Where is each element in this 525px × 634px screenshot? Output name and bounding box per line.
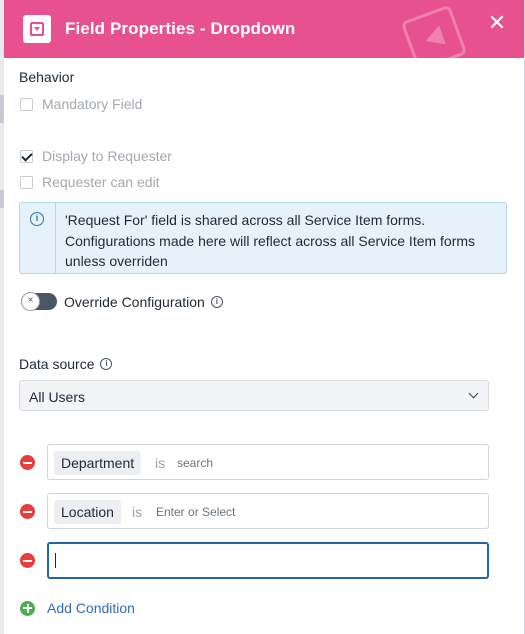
- info-message: 'Request For' field is shared across all…: [65, 212, 476, 269]
- remove-condition-icon[interactable]: [20, 504, 35, 519]
- info-icon[interactable]: i: [210, 295, 223, 308]
- mandatory-field-checkbox-row[interactable]: Mandatory Field: [20, 96, 142, 112]
- add-condition-label: Add Condition: [47, 600, 135, 616]
- override-configuration-row: × Override Configuration i: [21, 292, 223, 311]
- text-caret: [55, 553, 56, 568]
- condition-value-input[interactable]: search: [177, 456, 213, 470]
- remove-condition-icon[interactable]: [20, 553, 35, 568]
- requester-can-edit-checkbox[interactable]: [20, 175, 33, 189]
- condition-new-input[interactable]: [47, 542, 489, 579]
- condition-value-input[interactable]: Enter or Select: [156, 505, 235, 519]
- data-source-selected-value: All Users: [29, 389, 86, 405]
- info-divider: [55, 203, 56, 273]
- mandatory-field-label: Mandatory Field: [42, 96, 143, 112]
- requester-can-edit-label: Requester can edit: [42, 174, 160, 190]
- info-icon[interactable]: i: [100, 358, 113, 370]
- close-icon[interactable]: ✕: [486, 12, 508, 34]
- requester-can-edit-checkbox-row[interactable]: Requester can edit: [20, 174, 160, 190]
- condition-row[interactable]: Department is search: [47, 444, 489, 480]
- panel-header: Field Properties - Dropdown ✕: [4, 0, 524, 58]
- display-to-requester-checkbox[interactable]: [20, 149, 33, 163]
- shared-field-info-banner: i 'Request For' field is shared across a…: [19, 202, 507, 274]
- condition-operator: is: [132, 504, 143, 520]
- chevron-down-icon: [468, 388, 479, 399]
- condition-operator: is: [155, 455, 166, 471]
- data-source-label: Data source: [19, 356, 95, 372]
- data-source-label-row: Data source i: [19, 356, 113, 372]
- behavior-heading: Behavior: [19, 69, 75, 85]
- plus-circle-icon: [20, 600, 35, 616]
- add-condition-button[interactable]: Add Condition: [20, 600, 135, 616]
- override-configuration-label: Override Configuration: [64, 293, 205, 310]
- display-to-requester-checkbox-row[interactable]: Display to Requester: [20, 148, 172, 164]
- override-configuration-toggle[interactable]: ×: [21, 292, 57, 311]
- panel-title: Field Properties - Dropdown: [65, 19, 296, 38]
- remove-condition-icon[interactable]: [20, 455, 35, 470]
- condition-field-chip[interactable]: Location: [54, 500, 121, 524]
- mandatory-field-checkbox[interactable]: [20, 97, 33, 111]
- toggle-off-icon: ×: [21, 292, 40, 311]
- data-source-select[interactable]: All Users: [19, 380, 489, 411]
- condition-row[interactable]: Location is Enter or Select: [47, 493, 489, 529]
- info-icon: i: [30, 212, 44, 226]
- display-to-requester-label: Display to Requester: [42, 148, 172, 164]
- dropdown-field-icon: [23, 15, 51, 43]
- condition-field-chip[interactable]: Department: [54, 451, 142, 475]
- decorative-dropdown-icon: [400, 4, 468, 58]
- field-properties-panel: Field Properties - Dropdown ✕ Behavior M…: [4, 0, 525, 634]
